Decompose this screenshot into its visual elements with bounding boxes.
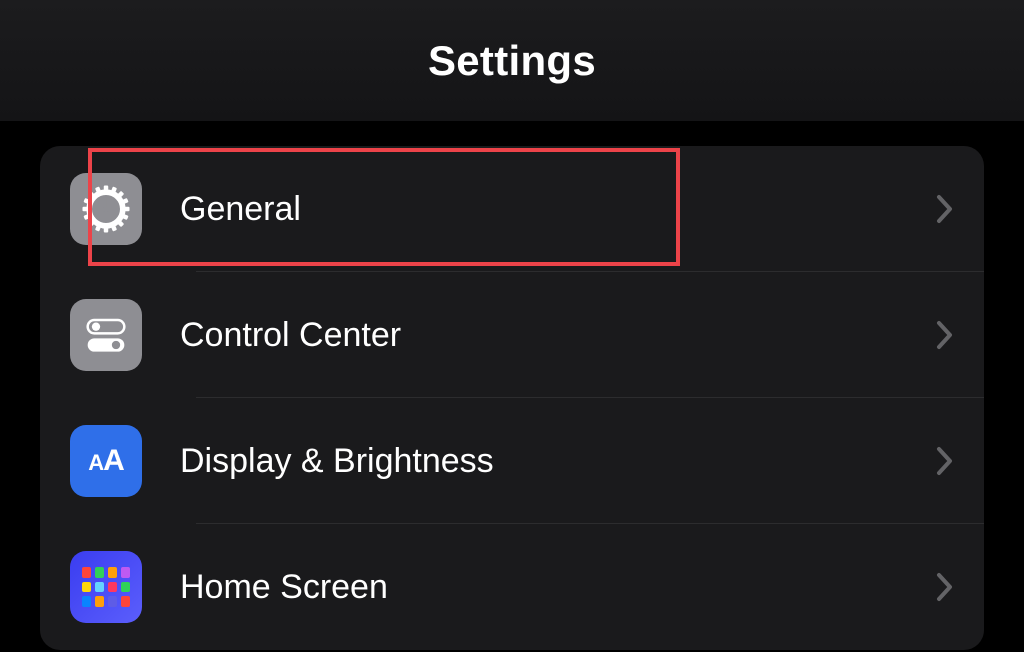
settings-row-control-center[interactable]: Control Center: [40, 272, 984, 398]
toggles-icon: [70, 299, 142, 371]
row-label-display-brightness: Display & Brightness: [180, 442, 936, 481]
chevron-right-icon: [936, 446, 954, 476]
settings-row-display-brightness[interactable]: AA Display & Brightness: [40, 398, 984, 524]
chevron-right-icon: [936, 320, 954, 350]
settings-row-home-screen[interactable]: Home Screen: [40, 524, 984, 650]
chevron-right-icon: [936, 194, 954, 224]
gear-icon-svg: [78, 181, 134, 237]
settings-content: General Control Center AA: [0, 122, 1024, 650]
home-screen-icon: [70, 551, 142, 623]
chevron-right-icon: [936, 572, 954, 602]
home-screen-icon-grid: [82, 567, 130, 607]
row-label-general: General: [180, 190, 936, 229]
toggles-icon-svg: [81, 310, 131, 360]
text-size-icon-glyph: AA: [88, 444, 124, 478]
gear-icon: [70, 173, 142, 245]
row-label-home-screen: Home Screen: [180, 568, 936, 607]
settings-header: Settings: [0, 0, 1024, 122]
text-size-icon: AA: [70, 425, 142, 497]
page-title: Settings: [428, 37, 596, 85]
settings-group: General Control Center AA: [40, 146, 984, 650]
settings-row-general[interactable]: General: [40, 146, 984, 272]
row-label-control-center: Control Center: [180, 316, 936, 355]
